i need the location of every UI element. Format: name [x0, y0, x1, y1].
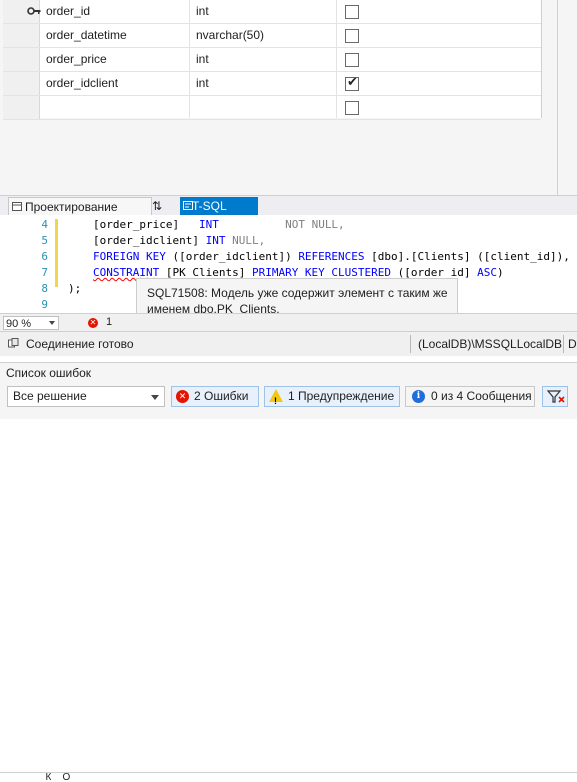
line-number: 8 — [41, 282, 48, 295]
panel-title: Список ошибок — [6, 366, 92, 380]
column-type[interactable]: int — [196, 72, 209, 95]
table-row[interactable]: order_idclient int ✔ — [3, 72, 541, 96]
table-row[interactable]: order_id int — [3, 0, 541, 24]
line-number: 7 — [41, 266, 48, 279]
designer-tab-strip: Проектирование ⇅ T-SQL — [0, 195, 577, 217]
table-row[interactable] — [3, 96, 541, 120]
tab-tsql-label: T-SQL — [192, 199, 227, 213]
allow-nulls-checkbox[interactable] — [345, 5, 359, 19]
row-selector[interactable] — [3, 24, 40, 47]
allow-nulls-checkbox[interactable] — [345, 53, 359, 67]
line-number: 4 — [41, 218, 48, 231]
script-icon — [183, 201, 193, 210]
zoom-level: 90 % — [6, 318, 32, 330]
editor-zoom-strip: 90 % ✕ 1 — [0, 313, 577, 332]
code-line[interactable]: FOREIGN KEY ([order_idclient]) REFERENCE… — [93, 250, 570, 263]
tab-design[interactable]: Проектирование — [8, 197, 152, 217]
errors-label: 2 Ошибки — [194, 389, 249, 403]
column-type[interactable]: int — [196, 0, 209, 23]
error-icon[interactable]: ✕ — [88, 318, 98, 328]
scope-value: Все решение — [13, 389, 87, 403]
row-selector[interactable] — [3, 96, 40, 119]
database-name: DE — [568, 337, 577, 351]
errors-filter-button[interactable]: ✕ 2 Ошибки — [171, 386, 259, 407]
allow-nulls-checkbox[interactable] — [345, 101, 359, 115]
divider — [563, 335, 564, 353]
zoom-dropdown[interactable]: 90 % — [3, 316, 59, 330]
error-icon: ✕ — [176, 390, 189, 403]
row-selector[interactable] — [3, 72, 40, 95]
column-type[interactable]: nvarchar(50) — [196, 24, 264, 47]
change-marker — [55, 219, 58, 287]
status-text: Соединение готово — [26, 337, 134, 351]
column-type[interactable]: int — [196, 48, 209, 71]
tab-tsql[interactable]: T-SQL — [180, 197, 258, 215]
allow-nulls-checkbox[interactable] — [345, 29, 359, 43]
tooltip-line: SQL71508: Модель уже содержит элемент с … — [147, 286, 448, 300]
messages-label: 0 из 4 Сообщения — [431, 389, 532, 403]
line-number: 6 — [41, 250, 48, 263]
messages-filter-button[interactable]: i 0 из 4 Сообщения — [405, 386, 535, 407]
design-icon — [12, 202, 22, 211]
columns-grid: order_id int order_datetime nvarchar(50)… — [3, 0, 542, 120]
row-selector[interactable] — [3, 48, 40, 71]
filter-icon — [546, 390, 565, 403]
allow-nulls-checkbox[interactable]: ✔ — [345, 74, 359, 91]
error-list-panel: Список ошибок Все решение ✕ 2 Ошибки ! 1… — [0, 362, 577, 782]
warning-icon-mark: ! — [274, 396, 277, 406]
properties-panel-edge — [557, 0, 577, 195]
warnings-filter-button[interactable]: ! 1 Предупреждение — [264, 386, 400, 407]
tab-design-label: Проектирование — [25, 200, 118, 214]
row-selector[interactable] — [3, 0, 41, 23]
connection-icon — [8, 338, 19, 348]
code-line[interactable]: ); — [68, 282, 81, 295]
column-name[interactable]: order_idclient — [46, 72, 118, 95]
code-line[interactable]: [order_idclient] INT NULL, — [93, 234, 265, 247]
table-designer: order_id int order_datetime nvarchar(50)… — [0, 0, 577, 195]
table-row[interactable]: order_price int — [3, 48, 541, 72]
info-icon: i — [412, 390, 425, 403]
line-number: 5 — [41, 234, 48, 247]
status-bar: Соединение готово (LocalDB)\MSSQLLocalDB… — [0, 331, 577, 356]
chevron-down-icon — [49, 321, 55, 325]
swap-panes-button[interactable]: ⇅ — [146, 197, 168, 215]
checkmark-icon: ✔ — [347, 74, 358, 89]
swap-icon: ⇅ — [151, 199, 163, 213]
filter-button[interactable] — [542, 386, 568, 407]
code-line[interactable]: [order_price] INT NOT NULL, — [93, 218, 345, 231]
server-name: (LocalDB)\MSSQLLocalDB — [418, 337, 563, 351]
divider — [410, 335, 411, 353]
column-name[interactable]: order_price — [46, 48, 107, 71]
column-name[interactable]: order_datetime — [46, 24, 127, 47]
column-name[interactable]: order_id — [46, 0, 90, 23]
chevron-down-icon — [151, 395, 159, 400]
warnings-label: 1 Предупреждение — [288, 389, 395, 403]
key-icon — [27, 7, 41, 15]
table-row[interactable]: order_datetime nvarchar(50) — [3, 24, 541, 48]
scope-dropdown[interactable]: Все решение — [7, 386, 165, 407]
error-list-header: К О — [0, 772, 577, 782]
error-count[interactable]: 1 — [106, 316, 112, 328]
line-number: 9 — [41, 298, 48, 311]
column-headers: К О — [40, 772, 71, 782]
